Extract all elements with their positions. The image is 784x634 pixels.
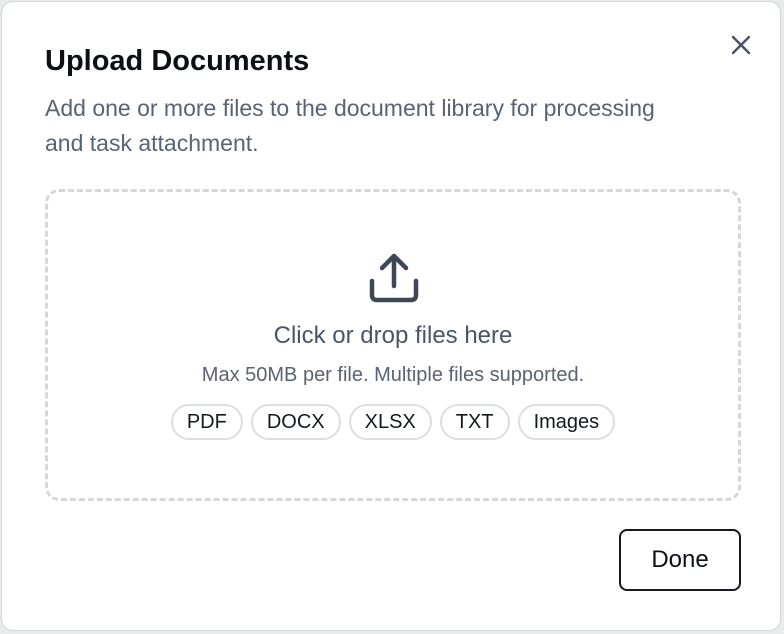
file-type-chip-pdf: PDF	[170, 404, 243, 440]
dialog-description: Add one or more files to the document li…	[45, 95, 655, 156]
upload-documents-dialog: Upload Documents Add one or more files t…	[1, 1, 781, 631]
close-icon	[731, 35, 751, 55]
file-type-chip-xlsx: XLSX	[348, 404, 432, 440]
file-type-chips: PDF DOCX XLSX TXT Images	[48, 404, 738, 440]
file-drop-zone[interactable]: Click or drop files here Max 50MB per fi…	[45, 189, 741, 501]
done-button[interactable]: Done	[619, 529, 741, 591]
file-type-chip-docx: DOCX	[250, 404, 341, 440]
file-type-chip-txt: TXT	[439, 404, 510, 440]
file-type-chip-images: Images	[517, 404, 616, 440]
drop-zone-title: Click or drop files here	[273, 322, 513, 349]
upload-icon	[369, 253, 419, 303]
drop-zone-hint: Max 50MB per file. Multiple files suppor…	[201, 364, 585, 386]
close-button[interactable]	[726, 30, 756, 60]
dialog-title: Upload Documents	[45, 45, 310, 77]
